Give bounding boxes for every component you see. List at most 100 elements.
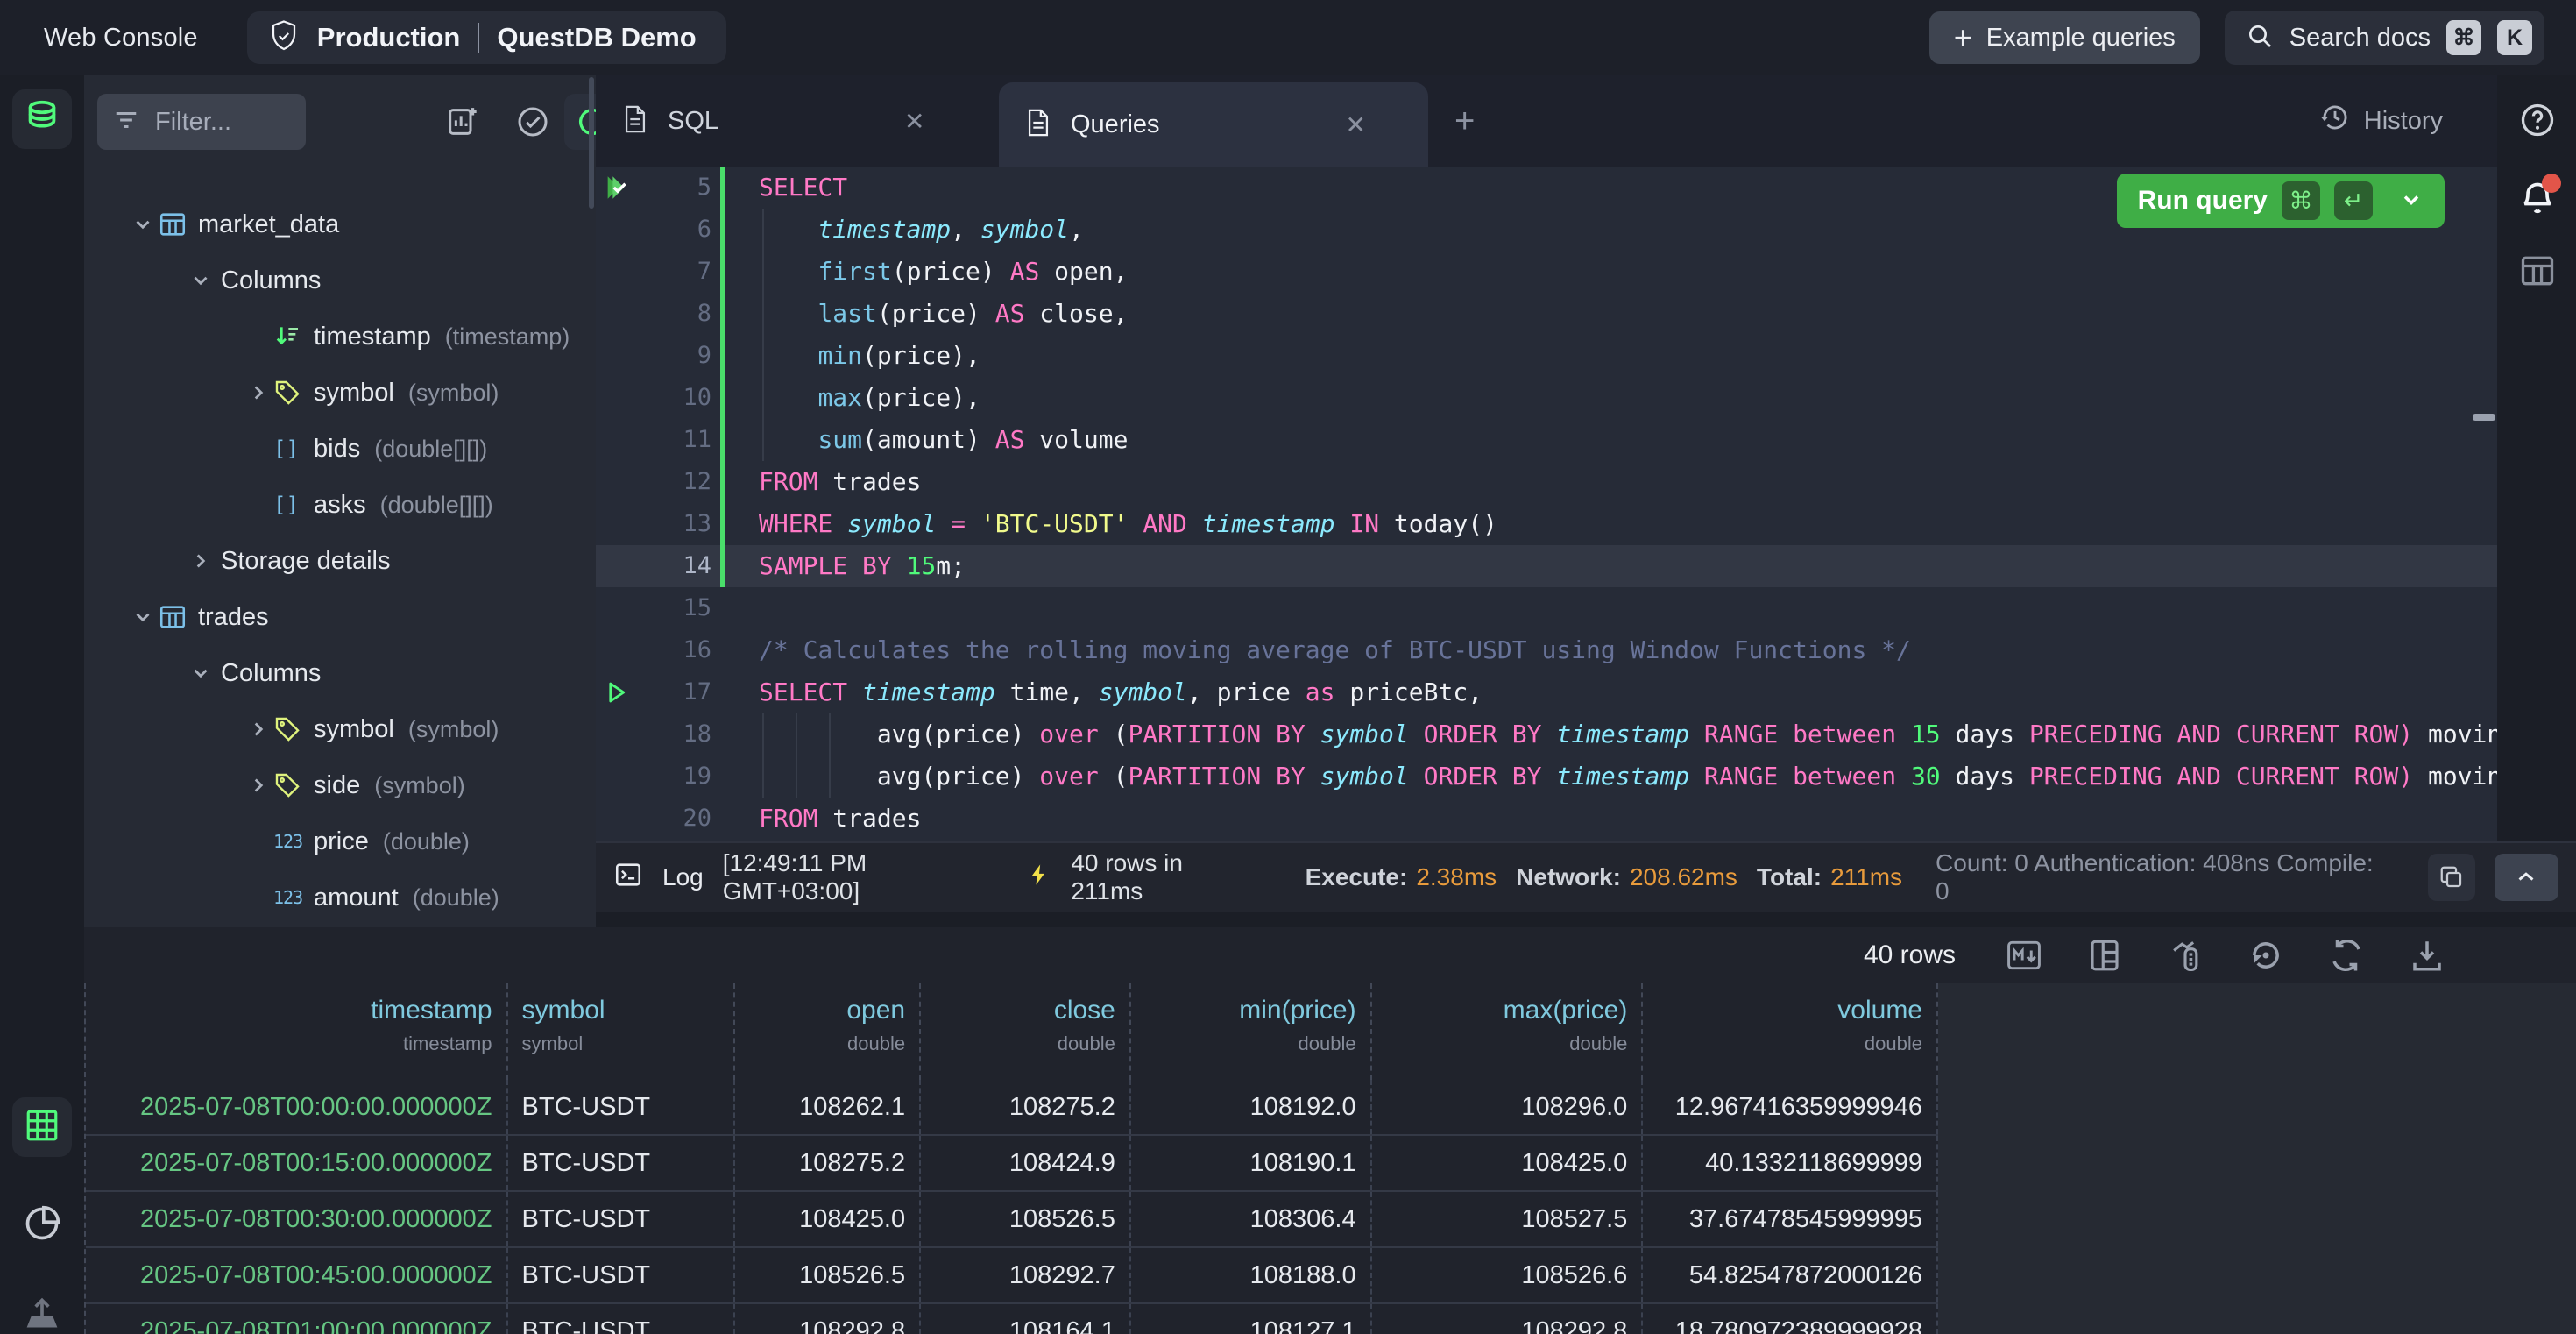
restore-history-icon[interactable] (2247, 936, 2285, 975)
example-queries-button[interactable]: + Example queries (1929, 11, 2200, 64)
table-cell[interactable]: 108526.5 (921, 1192, 1131, 1246)
sidebar-scrollbar[interactable] (589, 77, 594, 209)
table-cell[interactable]: BTC-USDT (508, 1248, 736, 1302)
markdown-export-icon[interactable] (2005, 936, 2043, 975)
code-line-10[interactable]: 10 max(price), (596, 377, 2497, 419)
table-row[interactable]: 2025-07-08T00:15:00.000000ZBTC-USDT10827… (86, 1136, 1938, 1192)
tree-item-storage-details[interactable]: Storage details (84, 533, 596, 589)
code-line-12[interactable]: 12FROM trades (596, 461, 2497, 503)
tree-item-asks[interactable]: []asks(double[][]) (84, 477, 596, 533)
table-row[interactable]: 2025-07-08T00:30:00.000000ZBTC-USDT10842… (86, 1192, 1938, 1248)
table-cell[interactable]: 108275.2 (735, 1136, 921, 1190)
code-line-9[interactable]: 9 min(price), (596, 335, 2497, 377)
tree-item-side[interactable]: side(symbol) (84, 757, 596, 813)
import-button[interactable] (12, 1285, 72, 1334)
code-line-11[interactable]: 11 sum(amount) AS volume (596, 419, 2497, 461)
chevron-down-icon[interactable] (189, 269, 216, 292)
table-row[interactable]: 2025-07-08T00:45:00.000000ZBTC-USDT10852… (86, 1248, 1938, 1304)
table-cell[interactable]: BTC-USDT (508, 1192, 736, 1246)
chevron-down-icon[interactable] (2399, 188, 2424, 215)
code-line-7[interactable]: 7 first(price) AS open, (596, 251, 2497, 293)
table-cell[interactable]: 18.780972389999928 (1643, 1304, 1938, 1334)
new-tab-button[interactable]: + (1454, 102, 1475, 141)
column-header-max-price-[interactable]: max(price)double (1372, 983, 1644, 1080)
table-cell[interactable]: 12.967416359999946 (1643, 1080, 1938, 1134)
columns-layout-icon[interactable] (2085, 936, 2124, 975)
chevron-right-icon[interactable] (247, 774, 273, 797)
table-cell[interactable]: 108425.0 (735, 1192, 921, 1246)
result-panel-toggle[interactable] (2517, 251, 2558, 291)
tree-item-amount[interactable]: 123amount(double) (84, 869, 596, 926)
chart-view-button[interactable] (12, 1196, 72, 1255)
tree-item-price[interactable]: 123price(double) (84, 813, 596, 869)
run-query-button[interactable]: Run query ⌘ ↵ (2117, 174, 2445, 228)
chevron-down-icon[interactable] (131, 606, 158, 628)
chevron-right-icon[interactable] (189, 550, 216, 572)
table-cell[interactable]: 108292.8 (1372, 1304, 1644, 1334)
table-cell[interactable]: 108527.5 (1372, 1192, 1644, 1246)
table-cell[interactable]: 2025-07-08T00:00:00.000000Z (86, 1080, 508, 1134)
close-tab-icon[interactable]: ✕ (1346, 110, 1366, 139)
table-cell[interactable]: 108526.5 (735, 1248, 921, 1302)
table-cell[interactable]: 108190.1 (1131, 1136, 1372, 1190)
tree-item-trades[interactable]: trades (84, 589, 596, 645)
tree-item-symbol[interactable]: symbol(symbol) (84, 365, 596, 421)
code-line-18[interactable]: 18 avg(price) over (PARTITION BY symbol … (596, 713, 2497, 756)
table-cell[interactable]: 108275.2 (921, 1080, 1131, 1134)
table-cell[interactable]: 108188.0 (1131, 1248, 1372, 1302)
column-header-min-price-[interactable]: min(price)double (1131, 983, 1372, 1080)
table-cell[interactable]: 108292.7 (921, 1248, 1131, 1302)
table-cell[interactable]: 108192.0 (1131, 1080, 1372, 1134)
table-cell[interactable]: BTC-USDT (508, 1136, 736, 1190)
table-cell[interactable]: 54.82547872000126 (1643, 1248, 1938, 1302)
table-cell[interactable]: 108424.9 (921, 1136, 1131, 1190)
table-cell[interactable]: 108296.0 (1372, 1080, 1644, 1134)
tab-queries[interactable]: Queries ✕ (999, 82, 1428, 167)
table-cell[interactable]: 40.1332118699999 (1643, 1136, 1938, 1190)
download-icon[interactable] (2408, 936, 2446, 975)
table-cell[interactable]: 108127.1 (1131, 1304, 1372, 1334)
search-docs-button[interactable]: Search docs ⌘ K (2225, 11, 2544, 65)
instance-badge[interactable]: Production QuestDB Demo (247, 11, 726, 64)
query-success-marker-icon[interactable] (603, 173, 633, 202)
table-row[interactable]: 2025-07-08T01:00:00.000000ZBTC-USDT10829… (86, 1304, 1938, 1334)
column-header-timestamp[interactable]: timestamptimestamp (86, 983, 508, 1080)
editor-scrollbar[interactable] (2473, 414, 2495, 421)
chart-tool-icon[interactable] (2166, 936, 2204, 975)
column-header-close[interactable]: closedouble (921, 983, 1131, 1080)
code-line-8[interactable]: 8 last(price) AS close, (596, 293, 2497, 335)
table-cell[interactable]: 2025-07-08T00:45:00.000000Z (86, 1248, 508, 1302)
add-metrics-icon[interactable] (440, 100, 484, 144)
filter-input-wrap[interactable] (97, 94, 306, 150)
code-line-17[interactable]: 17SELECT timestamp time, symbol, price a… (596, 671, 2497, 713)
grid-view-button[interactable] (12, 1097, 72, 1157)
chevron-right-icon[interactable] (247, 381, 273, 404)
tree-item-market-data[interactable]: market_data (84, 196, 596, 252)
sql-editor[interactable]: 5SELECT6 timestamp, symbol,7 first(price… (596, 167, 2497, 841)
code-line-16[interactable]: 16/* Calculates the rolling moving avera… (596, 629, 2497, 671)
tree-item-symbol[interactable]: symbol(symbol) (84, 701, 596, 757)
close-tab-icon[interactable]: ✕ (904, 107, 924, 136)
table-cell[interactable]: 108526.6 (1372, 1248, 1644, 1302)
collapse-log-button[interactable] (2495, 854, 2558, 901)
table-cell[interactable]: 108262.1 (735, 1080, 921, 1134)
column-header-open[interactable]: opendouble (735, 983, 921, 1080)
table-row[interactable]: 2025-07-08T00:00:00.000000ZBTC-USDT10826… (86, 1080, 1938, 1136)
table-cell[interactable]: 108306.4 (1131, 1192, 1372, 1246)
chevron-down-icon[interactable] (189, 662, 216, 685)
table-cell[interactable]: 2025-07-08T00:30:00.000000Z (86, 1192, 508, 1246)
tab-sql[interactable]: SQL ✕ (596, 75, 999, 167)
table-cell[interactable]: 2025-07-08T00:15:00.000000Z (86, 1136, 508, 1190)
chevron-down-icon[interactable] (131, 213, 158, 236)
chevron-right-icon[interactable] (247, 718, 273, 741)
table-cell[interactable]: BTC-USDT (508, 1304, 736, 1334)
code-line-20[interactable]: 20FROM trades (596, 798, 2497, 840)
table-cell[interactable]: 108292.8 (735, 1304, 921, 1334)
help-button[interactable] (2517, 100, 2558, 140)
code-line-13[interactable]: 13WHERE symbol = 'BTC-USDT' AND timestam… (596, 503, 2497, 545)
table-cell[interactable]: 108425.0 (1372, 1136, 1644, 1190)
table-cell[interactable]: 2025-07-08T01:00:00.000000Z (86, 1304, 508, 1334)
table-cell[interactable]: BTC-USDT (508, 1080, 736, 1134)
tree-item-bids[interactable]: []bids(double[][]) (84, 421, 596, 477)
tree-item-columns[interactable]: Columns (84, 252, 596, 309)
